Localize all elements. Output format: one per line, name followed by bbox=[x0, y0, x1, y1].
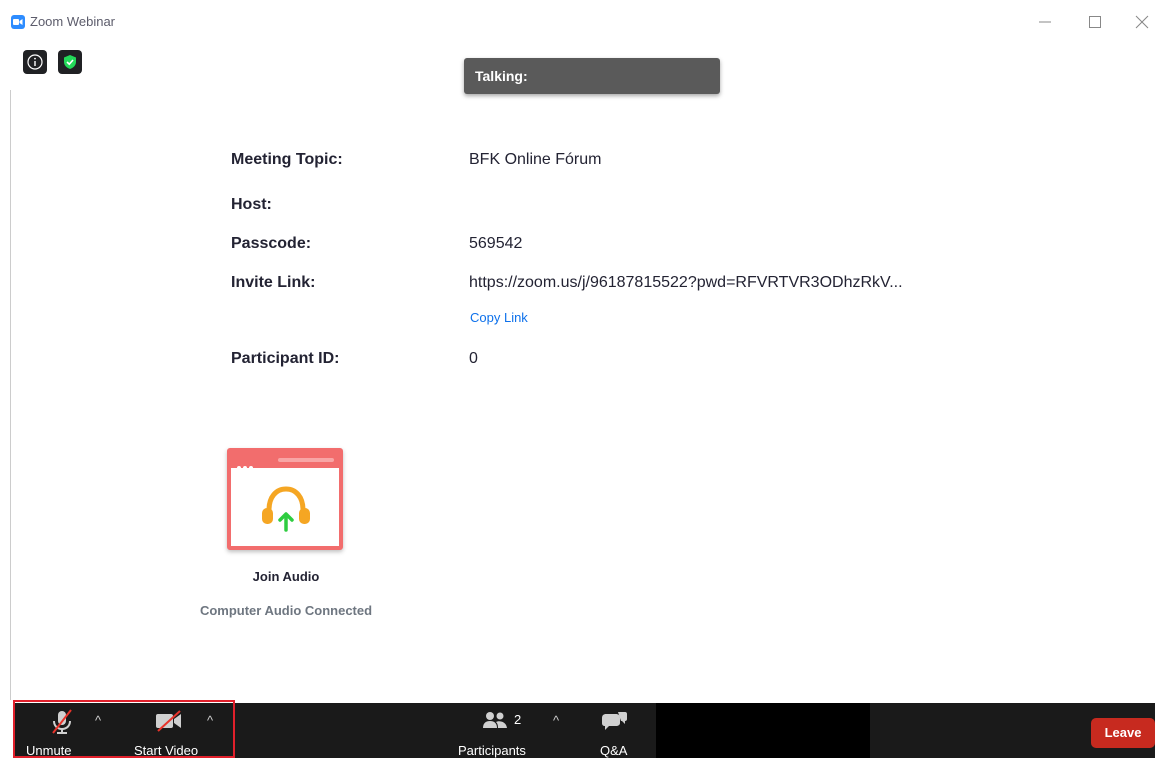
unmute-label: Unmute bbox=[26, 743, 72, 758]
participant-id-label: Participant ID: bbox=[231, 350, 340, 367]
window-title: Zoom Webinar bbox=[30, 14, 116, 29]
start-video-button[interactable]: Start Video bbox=[130, 703, 210, 758]
video-options-caret[interactable]: ^ bbox=[207, 713, 213, 728]
leave-button[interactable]: Leave bbox=[1091, 718, 1155, 748]
encryption-shield-icon[interactable] bbox=[58, 50, 82, 74]
passcode-label: Passcode: bbox=[231, 235, 312, 252]
talking-indicator: Talking: bbox=[464, 58, 720, 94]
headphones-icon bbox=[259, 482, 313, 539]
qa-icon bbox=[602, 712, 627, 730]
qa-label: Q&A bbox=[600, 743, 628, 758]
copy-link-button[interactable]: Copy Link bbox=[470, 310, 528, 325]
participants-label: Participants bbox=[458, 743, 526, 758]
participants-button[interactable]: 2 Participants bbox=[456, 703, 540, 758]
microphone-muted-icon bbox=[52, 709, 72, 734]
join-audio-button[interactable] bbox=[227, 448, 343, 550]
toolbar-dark-segment bbox=[656, 703, 870, 758]
invite-link-label: Invite Link: bbox=[231, 274, 316, 291]
title-bar: Zoom Webinar bbox=[0, 0, 1155, 44]
talking-label: Talking: bbox=[475, 68, 528, 84]
qa-button[interactable]: Q&A bbox=[596, 703, 638, 758]
meeting-topic-label: Meeting Topic: bbox=[231, 151, 343, 168]
start-video-label: Start Video bbox=[134, 743, 199, 758]
unmute-button[interactable]: Unmute bbox=[20, 703, 96, 758]
participant-id-value: 0 bbox=[469, 350, 478, 367]
video-muted-icon bbox=[156, 710, 181, 732]
participants-icon bbox=[483, 712, 507, 728]
close-button[interactable] bbox=[1127, 8, 1155, 36]
host-label: Host: bbox=[231, 196, 272, 213]
maximize-button[interactable] bbox=[1080, 8, 1110, 36]
meeting-topic-value: BFK Online Fórum bbox=[469, 151, 602, 168]
participants-count: 2 bbox=[514, 712, 522, 727]
participants-options-caret[interactable]: ^ bbox=[553, 713, 559, 728]
zoom-logo-icon bbox=[11, 15, 25, 29]
minimize-button[interactable] bbox=[1030, 8, 1060, 36]
audio-status-text: Computer Audio Connected bbox=[199, 603, 373, 618]
meeting-info-icon[interactable] bbox=[23, 50, 47, 74]
left-divider bbox=[10, 90, 11, 700]
audio-card-header bbox=[231, 452, 339, 470]
join-audio-label[interactable]: Join Audio bbox=[226, 569, 346, 584]
audio-options-caret[interactable]: ^ bbox=[95, 713, 101, 728]
passcode-value: 569542 bbox=[469, 235, 523, 252]
invite-link-value: https://zoom.us/j/96187815522?pwd=RFVRTV… bbox=[469, 274, 903, 291]
